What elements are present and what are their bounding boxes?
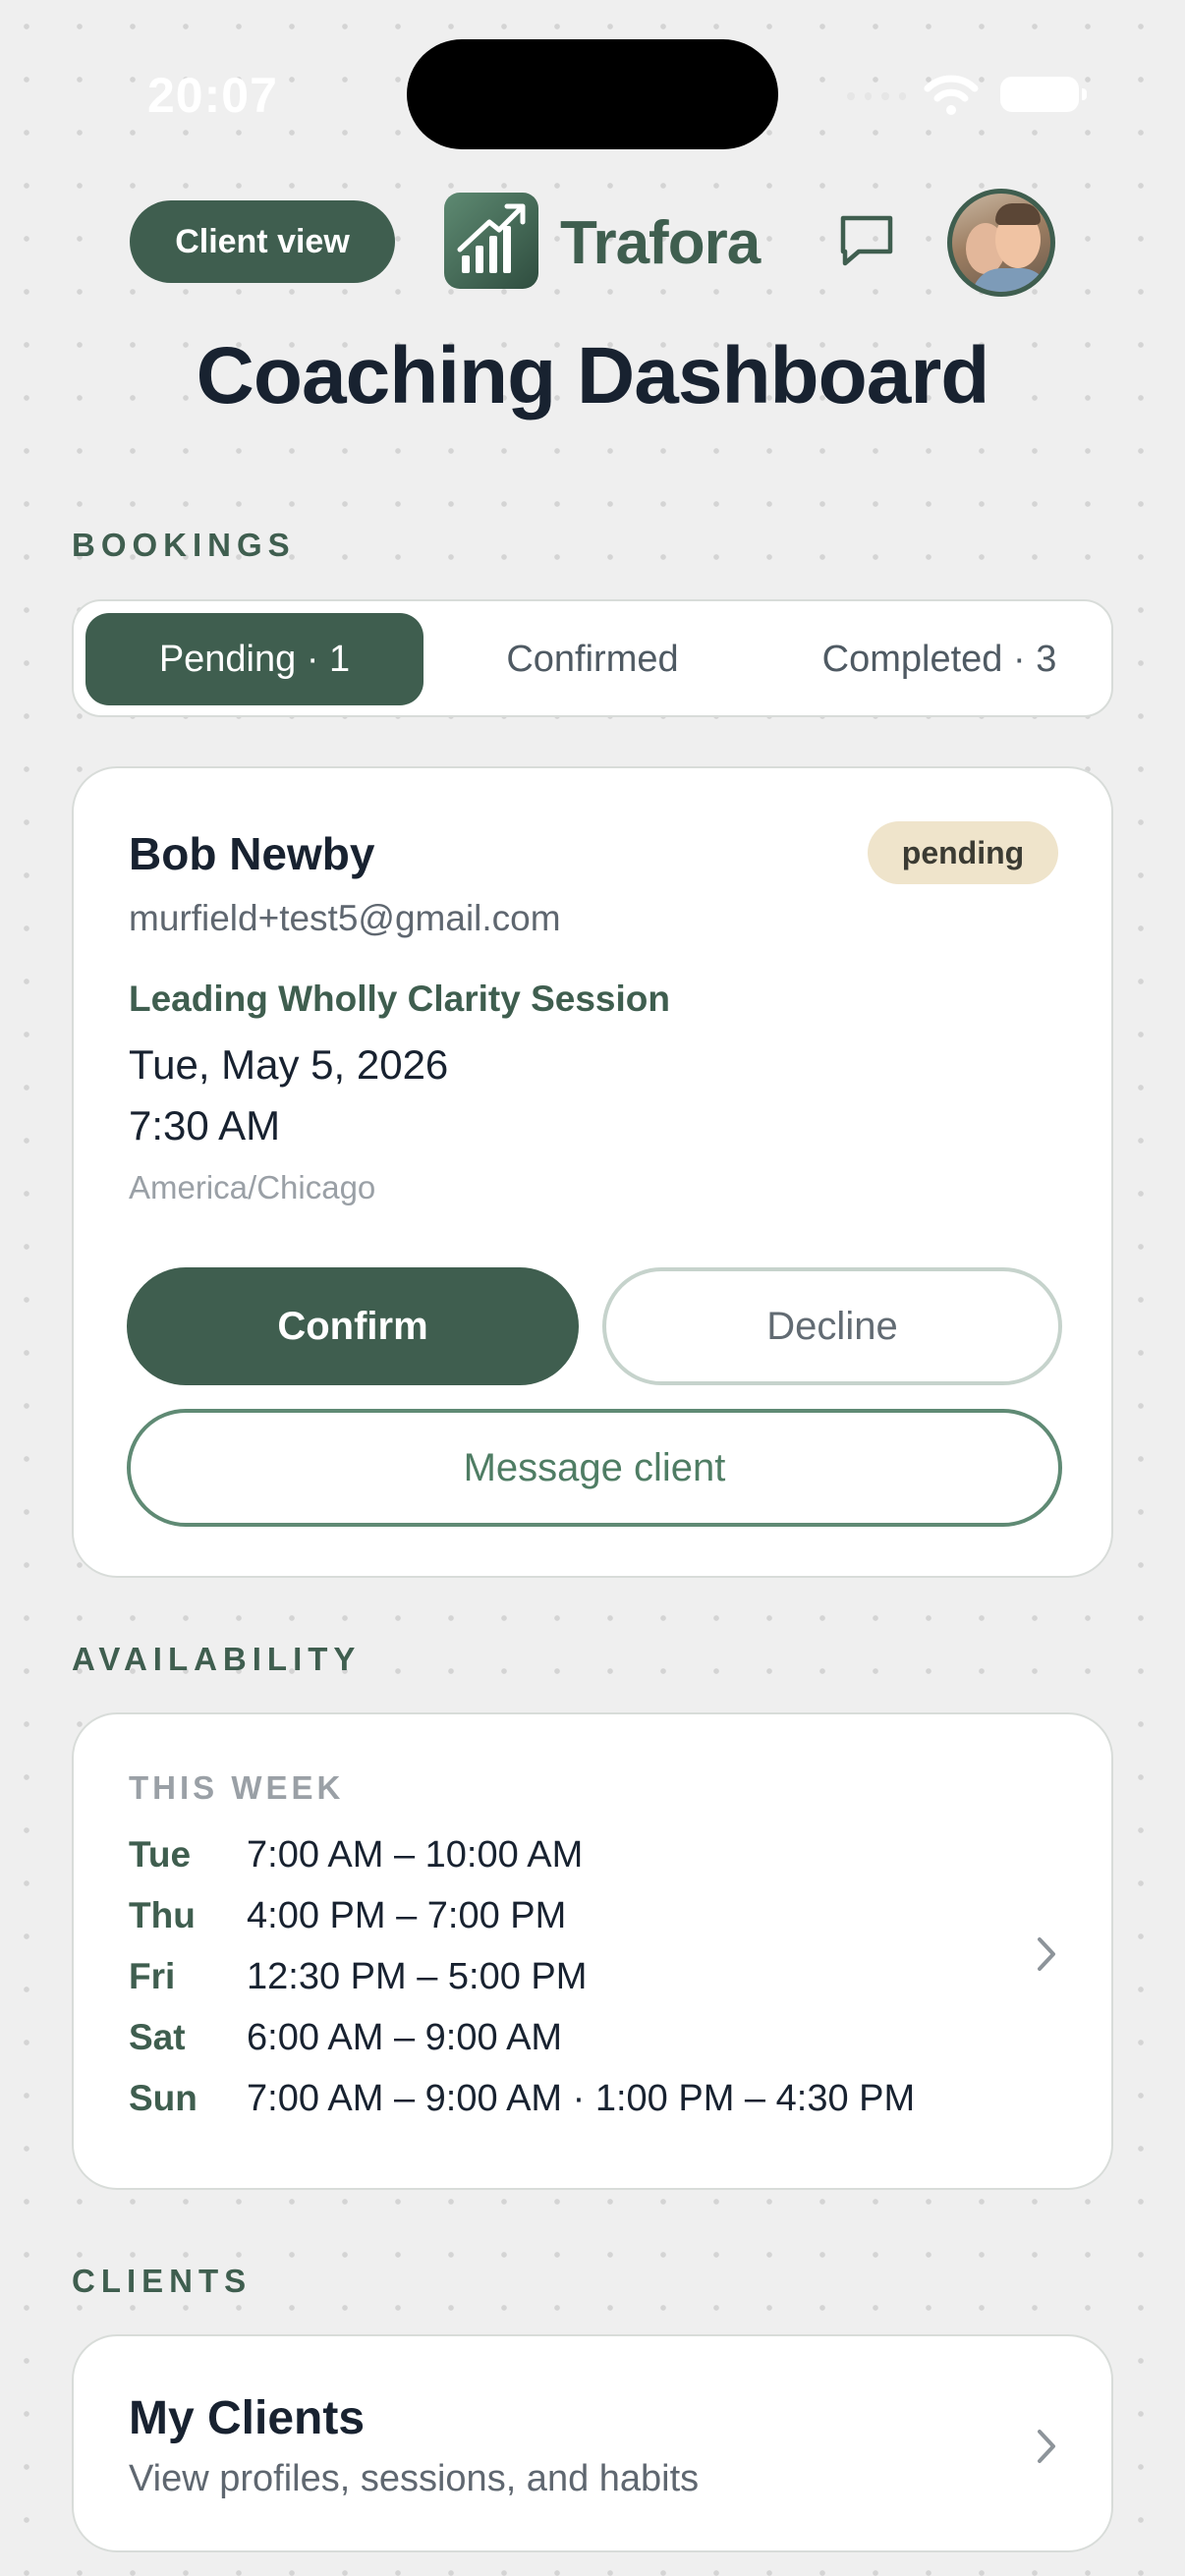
status-badge: pending [868, 821, 1058, 884]
availability-times: 4:00 PM – 7:00 PM [247, 1895, 567, 1936]
availability-section-label: AVAILABILITY [72, 1641, 362, 1677]
availability-day: Tue [129, 1834, 192, 1875]
availability-times: 7:00 AM – 10:00 AM [247, 1834, 584, 1876]
status-time: 20:07 [147, 68, 278, 123]
session-time: 7:30 AM [129, 1102, 281, 1148]
chat-bubble-icon[interactable] [837, 212, 896, 269]
client-name: Bob Newby [129, 828, 375, 879]
app-logo-text: Trafora [560, 209, 761, 277]
availability-times: 6:00 AM – 9:00 AM [247, 2017, 563, 2058]
bookings-section-label: BOOKINGS [72, 527, 296, 563]
clients-section-label: CLIENTS [72, 2263, 253, 2299]
battery-icon [1000, 77, 1087, 112]
availability-day: Sun [129, 2078, 198, 2118]
decline-button[interactable]: Decline [602, 1267, 1062, 1385]
client-email: murfield+test5@gmail.com [129, 898, 561, 938]
client-view-button[interactable]: Client view [130, 200, 395, 283]
session-date: Tue, May 5, 2026 [129, 1041, 449, 1088]
booking-card: Bob Newby pending murfield+test5@gmail.c… [72, 766, 1113, 1578]
availability-day: Fri [129, 1956, 176, 1996]
tab-pending[interactable]: Pending · 1 [85, 613, 423, 705]
availability-day: Sat [129, 2017, 186, 2057]
chevron-right-icon [1038, 1937, 1055, 1971]
session-timezone: America/Chicago [129, 1169, 376, 1205]
confirm-button[interactable]: Confirm [127, 1267, 579, 1385]
wifi-icon [924, 75, 979, 115]
availability-card[interactable]: THIS WEEK Tue 7:00 AM – 10:00 AM Thu 4:0… [72, 1712, 1113, 2190]
tab-confirmed[interactable]: Confirmed [455, 613, 730, 705]
bookings-tabs: Pending · 1 Confirmed Completed · 3 [72, 599, 1113, 717]
session-name: Leading Wholly Clarity Session [129, 979, 670, 1019]
my-clients-subtitle: View profiles, sessions, and habits [129, 2458, 700, 2499]
availability-times: 7:00 AM – 9:00 AM · 1:00 PM – 4:30 PM [247, 2078, 916, 2119]
page-title: Coaching Dashboard [196, 331, 990, 420]
avatar[interactable] [947, 189, 1055, 297]
message-client-button[interactable]: Message client [127, 1409, 1062, 1527]
chevron-right-icon [1038, 2430, 1055, 2463]
my-clients-title: My Clients [129, 2392, 366, 2444]
week-label: THIS WEEK [129, 1769, 345, 1806]
my-clients-card[interactable]: My Clients View profiles, sessions, and … [72, 2334, 1113, 2552]
availability-times: 12:30 PM – 5:00 PM [247, 1956, 588, 1997]
availability-day: Thu [129, 1895, 196, 1935]
growth-chart-icon [444, 193, 538, 289]
cellular-signal-icon [847, 92, 906, 100]
dynamic-island [407, 39, 778, 149]
tab-completed[interactable]: Completed · 3 [777, 613, 1101, 705]
